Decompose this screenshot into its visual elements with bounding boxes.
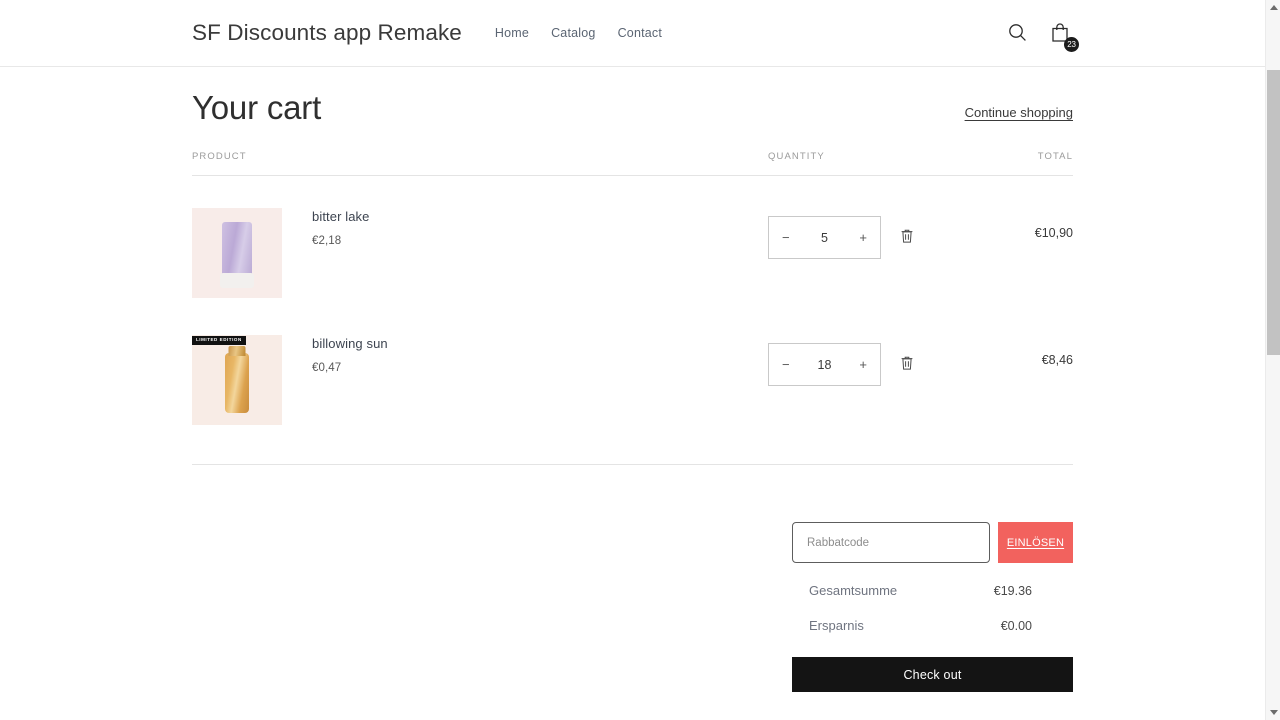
cart-summary: EINLÖSEN Gesamtsumme €19.36 Ersparnis €0… (792, 522, 1073, 692)
product-details: billowing sun €0,47 (312, 335, 388, 374)
trash-icon (900, 355, 914, 374)
site-logo[interactable]: SF Discounts app Remake (192, 20, 462, 46)
remove-item-button[interactable] (898, 355, 916, 375)
quantity-decrement-button[interactable]: − (782, 231, 790, 244)
subtotal-row: Gesamtsumme €19.36 (792, 583, 1073, 598)
cart-item-product: LIMITED EDITION billowing sun €0,47 (192, 335, 768, 425)
cart-table: PRODUCT QUANTITY TOTAL bitter lake €2,18 (192, 151, 1073, 465)
column-header-product: PRODUCT (192, 151, 247, 162)
redeem-button[interactable]: EINLÖSEN (998, 522, 1073, 563)
page-viewport: SF Discounts app Remake Home Catalog Con… (0, 0, 1265, 720)
scroll-down-arrow-icon[interactable] (1266, 705, 1280, 720)
cart-item-quantity: − 5 + (768, 208, 960, 259)
column-header-quantity: QUANTITY (768, 151, 825, 162)
nav-item-catalog[interactable]: Catalog (551, 26, 596, 40)
product-image-tube (220, 222, 254, 288)
discount-row: EINLÖSEN (792, 522, 1073, 563)
site-header: SF Discounts app Remake Home Catalog Con… (0, 0, 1265, 67)
cart-item-total: €10,90 (1034, 226, 1073, 240)
quantity-stepper: − 18 + (768, 343, 881, 386)
discount-code-input[interactable] (792, 522, 990, 563)
quantity-increment-button[interactable]: + (859, 231, 867, 244)
nav-item-home[interactable]: Home (495, 26, 529, 40)
product-unit-price: €2,18 (312, 235, 342, 247)
subtotal-value: €19.36 (993, 584, 1032, 598)
subtotal-label: Gesamtsumme (809, 583, 898, 598)
continue-shopping-link[interactable]: Continue shopping (965, 105, 1073, 127)
table-row: LIMITED EDITION billowing sun €0,47 − 18… (192, 303, 1073, 430)
cart-table-header: PRODUCT QUANTITY TOTAL (192, 151, 1073, 176)
limited-edition-badge: LIMITED EDITION (192, 336, 246, 345)
quantity-value[interactable]: 5 (821, 231, 828, 245)
scroll-up-arrow-icon[interactable] (1266, 0, 1280, 15)
main-navigation: Home Catalog Contact (495, 26, 662, 40)
quantity-increment-button[interactable]: + (859, 358, 867, 371)
product-details: bitter lake €2,18 (312, 208, 369, 247)
page-scrollbar[interactable] (1265, 0, 1280, 720)
product-thumbnail[interactable] (192, 208, 282, 298)
cart-page: Your cart Continue shopping PRODUCT QUAN… (0, 67, 1265, 720)
cart-summary-wrapper: EINLÖSEN Gesamtsumme €19.36 Ersparnis €0… (192, 522, 1073, 692)
column-header-total: TOTAL (1037, 151, 1073, 162)
trash-icon (900, 228, 914, 247)
quantity-stepper: − 5 + (768, 216, 881, 259)
search-icon (1008, 23, 1027, 45)
cart-button[interactable]: 23 (1047, 21, 1079, 52)
search-button[interactable] (1004, 21, 1030, 47)
table-row: bitter lake €2,18 − 5 + €10,90 (192, 176, 1073, 303)
scrollbar-thumb[interactable] (1267, 70, 1280, 355)
product-unit-price: €0,47 (312, 362, 342, 374)
product-image-bottle (225, 353, 249, 413)
cart-item-product: bitter lake €2,18 (192, 208, 768, 298)
savings-label: Ersparnis (809, 618, 864, 633)
savings-value: €0.00 (1000, 619, 1032, 633)
cart-header-row: Your cart Continue shopping (192, 67, 1073, 127)
product-title[interactable]: billowing sun (312, 336, 388, 351)
product-title[interactable]: bitter lake (312, 209, 369, 224)
cart-item-total: €8,46 (1041, 353, 1073, 367)
checkout-button[interactable]: Check out (792, 657, 1073, 692)
quantity-decrement-button[interactable]: − (782, 358, 790, 371)
cart-count-badge: 23 (1064, 36, 1079, 52)
cart-divider (192, 464, 1073, 465)
remove-item-button[interactable] (898, 228, 916, 248)
nav-item-contact[interactable]: Contact (618, 26, 662, 40)
savings-row: Ersparnis €0.00 (792, 618, 1073, 633)
cart-item-quantity: − 18 + (768, 335, 960, 386)
product-thumbnail[interactable]: LIMITED EDITION (192, 335, 282, 425)
header-icon-group: 23 (1004, 0, 1079, 67)
quantity-value[interactable]: 18 (818, 358, 832, 372)
product-image-bottle-cap (228, 346, 246, 356)
page-title: Your cart (192, 89, 322, 126)
